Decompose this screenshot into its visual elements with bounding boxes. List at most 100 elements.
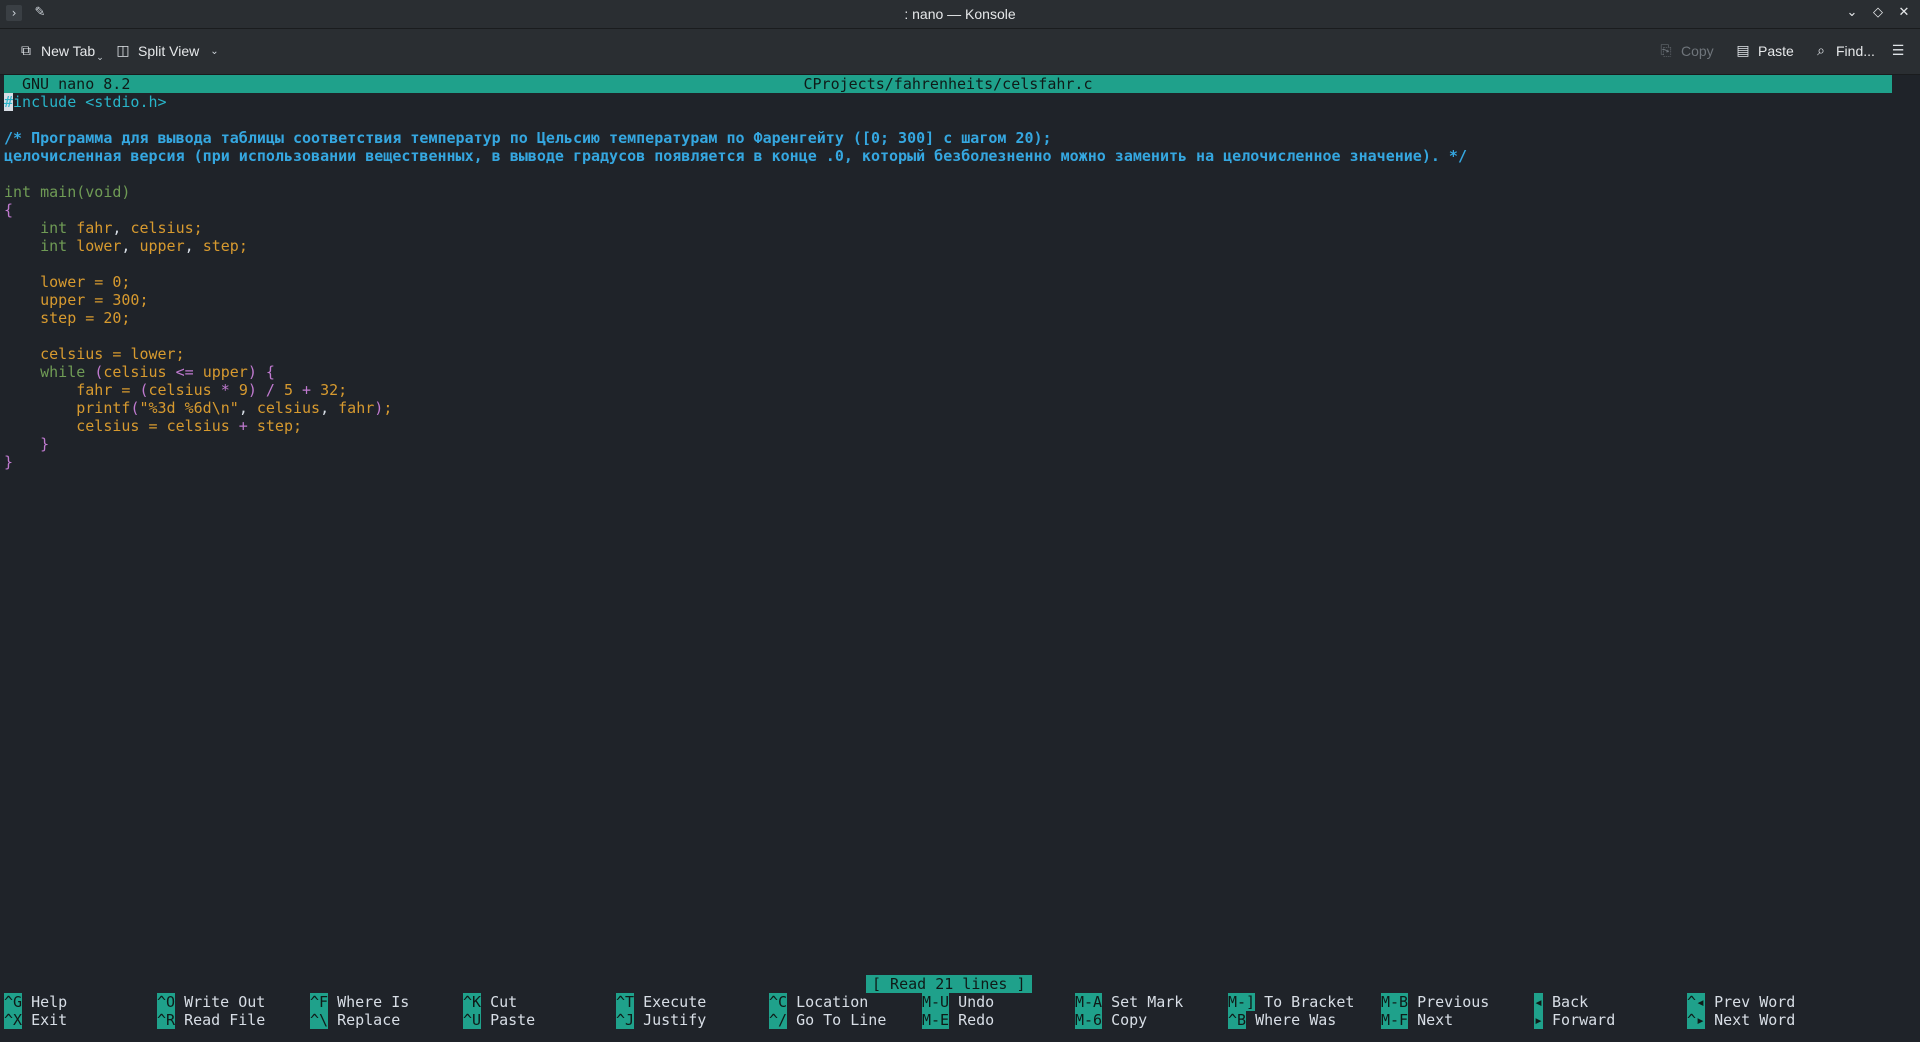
shortcut-item: ^R Read File	[157, 1011, 265, 1029]
shortcut-key: M-U	[922, 993, 950, 1011]
copy-button[interactable]: ⎘ Copy	[1654, 38, 1718, 64]
shortcut-label: Forward	[1552, 1011, 1616, 1029]
shortcut-key: M-E	[922, 1011, 950, 1029]
shortcut-item: ^B Where Was	[1228, 1011, 1336, 1029]
terminal-view[interactable]: GNU nano 8.2 CProjects/fahrenheits/celsf…	[0, 75, 1895, 1042]
split-view-label: Split View	[138, 43, 200, 59]
shortcut-label: Location	[796, 993, 869, 1011]
menu-icon: ☰	[1891, 43, 1905, 59]
shortcut-key: M-A	[1075, 993, 1103, 1011]
shortcut-key: ◂	[1534, 993, 1544, 1011]
shortcut-label: Where Is	[337, 993, 410, 1011]
shortcut-key: ^J	[616, 1011, 635, 1029]
shortcut-label: Next	[1417, 1011, 1454, 1029]
shortcut-label: Prev Word	[1714, 993, 1796, 1011]
shortcut-item: ^▸ Next Word	[1687, 1011, 1795, 1029]
hamburger-menu-button[interactable]: ☰	[1886, 38, 1910, 64]
shortcut-item: ^O Write Out	[157, 993, 265, 1011]
shortcut-label: Execute	[643, 993, 707, 1011]
code-line-close-while: }	[40, 435, 50, 453]
status-message: [ Read 21 lines ]	[866, 975, 1032, 993]
shortcut-label: Paste	[490, 1011, 536, 1029]
shortcut-key: ^U	[463, 1011, 482, 1029]
code-line-open-brace: {	[4, 201, 14, 219]
shortcut-item: M-E Redo	[922, 1011, 994, 1029]
copy-label: Copy	[1681, 43, 1714, 59]
shortcut-key: ^K	[463, 993, 482, 1011]
shortcut-item: ^\ Replace	[310, 1011, 400, 1029]
code-line-printf: printf("%3d %6d\n", celsius, fahr);	[76, 399, 393, 417]
shortcut-label: Copy	[1111, 1011, 1148, 1029]
toolbar: ⧉ New Tab ⌄ ◫ Split View ⌄ ⎘ Copy ▤ Past…	[0, 29, 1920, 75]
close-icon[interactable]: ✕	[1896, 4, 1912, 22]
window-title: : nano — Konsole	[904, 6, 1016, 22]
shortcut-key: ^R	[157, 1011, 176, 1029]
text-cursor: #	[4, 93, 14, 111]
find-button[interactable]: ⌕ Find...	[1809, 38, 1879, 64]
code-line-close-main: }	[4, 453, 14, 471]
shortcut-label: Where Was	[1255, 1011, 1337, 1029]
shortcut-key: M-6	[1075, 1011, 1103, 1029]
shortcut-label: Write Out	[184, 993, 266, 1011]
shortcut-label: Redo	[958, 1011, 995, 1029]
copy-icon: ⎘	[1660, 43, 1672, 59]
nano-filename: CProjects/fahrenheits/celsfahr.c	[803, 75, 1093, 93]
shortcut-label: Help	[31, 993, 68, 1011]
code-line-lower: lower = 0;	[40, 273, 131, 291]
shortcut-key: ^B	[1228, 1011, 1247, 1029]
code-line-celsius-init: celsius = lower;	[40, 345, 185, 363]
pin-icon[interactable]: ✎	[32, 5, 48, 21]
shortcut-label: Exit	[31, 1011, 68, 1029]
shortcut-item: ^G Help	[4, 993, 67, 1011]
code-line-fahr: fahr = (celsius * 9) / 5 + 32;	[76, 381, 348, 399]
shortcut-key: ^O	[157, 993, 176, 1011]
comment-line-2: целочисленная версия (при использовании …	[4, 147, 1467, 165]
shortcut-item: ^C Location	[769, 993, 868, 1011]
code-line-while: while (celsius <= upper) {	[40, 363, 275, 381]
code-line-step: step = 20;	[40, 309, 131, 327]
shortcut-label: Undo	[958, 993, 995, 1011]
shortcut-key: M-F	[1381, 1011, 1409, 1029]
shortcut-key: ^/	[769, 1011, 788, 1029]
shortcut-item: ^U Paste	[463, 1011, 535, 1029]
code-line-1: #include <stdio.h>	[4, 93, 167, 111]
shortcut-key: ^T	[616, 993, 635, 1011]
shortcut-key: M-B	[1381, 993, 1409, 1011]
shortcut-item: ^F Where Is	[310, 993, 409, 1011]
shortcut-key: M-]	[1228, 993, 1256, 1011]
shortcut-item: M-F Next	[1381, 1011, 1453, 1029]
shortcut-key: ^C	[769, 993, 788, 1011]
shortcut-item: M-A Set Mark	[1075, 993, 1183, 1011]
shortcut-key: ^\	[310, 1011, 329, 1029]
chevron-down-icon[interactable]: ⌄	[210, 46, 218, 57]
shortcut-label: Next Word	[1714, 1011, 1796, 1029]
shortcut-item: ^T Execute	[616, 993, 706, 1011]
shortcut-key: ^▸	[1687, 1011, 1706, 1029]
konsole-app-icon[interactable]: ›	[6, 5, 22, 21]
title-bar: › ✎ : nano — Konsole ⌄ ◇ ✕	[0, 0, 1920, 29]
new-tab-label: New Tab	[41, 43, 96, 59]
clipboard-icon: ▤	[1736, 43, 1750, 59]
code-line-decl-1: int fahr, celsius;	[40, 219, 203, 237]
shortcut-label: Read File	[184, 1011, 266, 1029]
shortcut-item: ▸ Forward	[1534, 1011, 1615, 1029]
code-line-main: int main(void)	[4, 183, 131, 201]
shortcut-key: ^◂	[1687, 993, 1706, 1011]
new-tab-button[interactable]: ⧉ New Tab ⌄	[14, 38, 108, 64]
shortcut-item: M-B Previous	[1381, 993, 1489, 1011]
shortcut-label: Replace	[337, 1011, 401, 1029]
shortcut-item: M-6 Copy	[1075, 1011, 1147, 1029]
code-line-celsius-step: celsius = celsius + step;	[76, 417, 303, 435]
minimize-icon[interactable]: ⌄	[1844, 4, 1860, 22]
scrollbar[interactable]	[1897, 75, 1907, 1042]
maximize-icon[interactable]: ◇	[1870, 4, 1886, 22]
shortcut-label: To Bracket	[1264, 993, 1355, 1011]
shortcut-label: Go To Line	[796, 1011, 887, 1029]
shortcut-item: ^◂ Prev Word	[1687, 993, 1795, 1011]
new-tab-menu-indicator: ⌄	[96, 51, 104, 62]
paste-button[interactable]: ▤ Paste	[1731, 38, 1798, 64]
split-view-button[interactable]: ◫ Split View ⌄	[111, 38, 223, 64]
shortcut-label: Back	[1552, 993, 1589, 1011]
shortcut-label: Cut	[490, 993, 518, 1011]
comment-line-1: /* Программа для вывода таблицы соответс…	[4, 129, 1052, 147]
